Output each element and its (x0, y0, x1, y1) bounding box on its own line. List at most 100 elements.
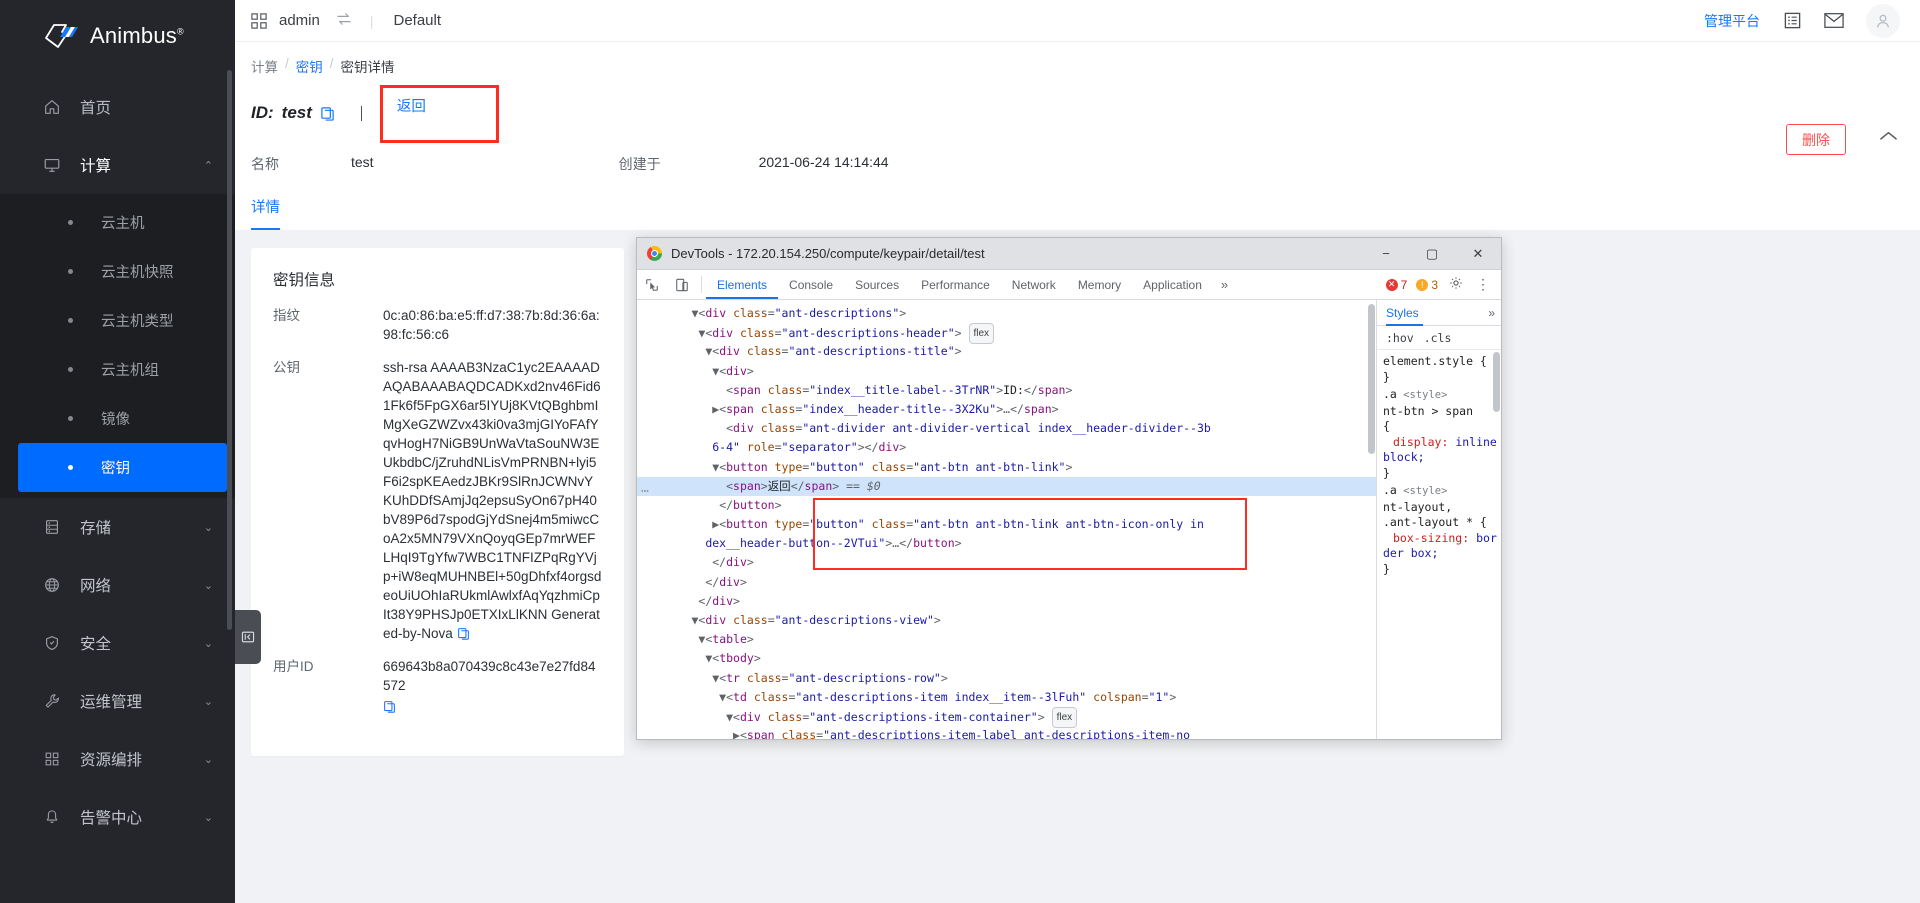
dom-node-line[interactable]: </button> (637, 496, 1376, 515)
hov-toggle[interactable]: :hov (1386, 331, 1414, 345)
dom-node-line[interactable]: ▼<table> (637, 630, 1376, 649)
close-button[interactable]: ✕ (1455, 238, 1501, 270)
more-vertical-icon[interactable]: ⋮ (1474, 276, 1492, 293)
breadcrumb-parent[interactable]: 密钥 (296, 56, 323, 76)
dom-node-line[interactable]: ▼<div class="ant-descriptions-title"> (637, 342, 1376, 361)
brand-logo-area[interactable]: Animbus® (0, 0, 235, 72)
dom-node-line[interactable]: ▶<span class="index__header-title--3X2Ku… (637, 400, 1376, 419)
dom-node-line[interactable]: </div> (637, 592, 1376, 611)
dom-node-line[interactable]: dex__header-button--2VTui">…</button> (637, 534, 1376, 553)
styles-more-icon[interactable]: » (1488, 306, 1501, 320)
list-icon[interactable] (1782, 11, 1802, 31)
dom-node-line[interactable]: ▼<div> (637, 362, 1376, 381)
devtools-tab-elements[interactable]: Elements (706, 270, 778, 299)
dom-node-line[interactable]: <span>返回</span> == $0 (637, 477, 1376, 496)
tab-detail[interactable]: 详情 (251, 196, 280, 230)
switch-icon[interactable] (332, 12, 356, 30)
sidebar-item-keypair[interactable]: 密钥 (18, 443, 227, 492)
collapse-arrow-icon[interactable]: ▶ (733, 728, 740, 739)
sidebar-group-orchestration[interactable]: 资源编排 ⌄ (0, 730, 235, 788)
dom-node-line[interactable]: ▼<tr class="ant-descriptions-row"> (637, 669, 1376, 688)
mail-icon[interactable] (1824, 11, 1844, 31)
project-selector-label[interactable]: Default (394, 12, 442, 29)
copy-icon[interactable] (383, 699, 602, 718)
styles-tab[interactable]: Styles (1386, 300, 1423, 326)
dom-node-line[interactable]: </div> (637, 573, 1376, 592)
style-source[interactable]: <style> (1397, 485, 1448, 497)
error-count-badge[interactable]: ✕ 7 (1386, 278, 1408, 292)
style-rule[interactable]: .a <style>nt-btn > span{display: inline … (1383, 387, 1501, 481)
dom-node-line[interactable]: ▶<button type="button" class="ant-btn an… (637, 515, 1376, 534)
style-declaration[interactable]: box-sizing: border box; (1383, 531, 1501, 562)
sidebar-group-network[interactable]: 网络 ⌄ (0, 556, 235, 614)
dom-node-line[interactable]: ▼<div class="ant-descriptions-header"> f… (637, 323, 1376, 342)
dom-node-line[interactable]: <div class="ant-divider ant-divider-vert… (637, 419, 1376, 438)
dom-node-line[interactable]: ▼<tbody> (637, 649, 1376, 668)
dom-token: "separator" (782, 440, 858, 454)
flex-badge[interactable]: flex (1052, 707, 1078, 728)
sidebar-item-host-type[interactable]: 云主机类型 (18, 296, 227, 345)
dom-node-line[interactable]: ▼<div class="ant-descriptions-view"> (637, 611, 1376, 630)
copy-icon[interactable] (320, 106, 335, 121)
back-button[interactable]: 返回 (397, 95, 426, 116)
dom-scrollbar[interactable] (1368, 304, 1375, 454)
sidebar-item-cloud-host[interactable]: 云主机 (18, 198, 227, 247)
warning-count-badge[interactable]: ! 3 (1416, 278, 1438, 292)
maximize-button[interactable]: ▢ (1409, 238, 1455, 270)
devtools-tab-performance[interactable]: Performance (910, 270, 1001, 299)
dom-node-line[interactable]: ▼<button type="button" class="ant-btn an… (637, 458, 1376, 477)
devtools-tab-application[interactable]: Application (1132, 270, 1213, 299)
breadcrumb-root[interactable]: 计算 (251, 56, 278, 76)
dom-tree-pane[interactable]: ▼<div class="ant-descriptions"> ▼<div cl… (637, 300, 1376, 739)
sidebar-group-ops[interactable]: 运维管理 ⌄ (0, 672, 235, 730)
dom-node-line[interactable]: ▼<div class="ant-descriptions"> (637, 304, 1376, 323)
detail-id-row: ID: test 返回 (251, 98, 1896, 128)
sidebar-group-security[interactable]: 安全 ⌄ (0, 614, 235, 672)
style-selector: element.style { (1383, 354, 1487, 368)
dom-node-line[interactable]: ▼<td class="ant-descriptions-item index_… (637, 688, 1376, 707)
more-tabs-icon[interactable]: » (1213, 270, 1236, 299)
sidebar-group-storage[interactable]: 存储 ⌄ (0, 498, 235, 556)
delete-button[interactable]: 删除 (1786, 124, 1846, 155)
device-toolbar-icon[interactable] (667, 270, 697, 299)
sidebar-item-image[interactable]: 镜像 (18, 394, 227, 443)
devtools-tab-network[interactable]: Network (1001, 270, 1067, 299)
topbar-right: 管理平台 (1704, 4, 1900, 38)
user-avatar-icon[interactable] (1866, 4, 1900, 38)
sidebar-group-compute[interactable]: 计算 ⌃ (0, 136, 235, 194)
styles-scrollbar[interactable] (1493, 352, 1500, 412)
dom-node-line[interactable]: <span class="index__title-label--3TrNR">… (637, 381, 1376, 400)
style-rule[interactable]: element.style {} (1383, 354, 1501, 385)
styles-rules[interactable]: element.style {}.a <style>nt-btn > span{… (1377, 350, 1501, 739)
dom-node-line[interactable]: ▼<div class="ant-descriptions-item-conta… (637, 707, 1376, 726)
devtools-tab-memory[interactable]: Memory (1067, 270, 1132, 299)
style-declaration[interactable]: display: inline block; (1383, 435, 1501, 466)
dom-token: </ (1010, 402, 1024, 416)
dom-node-line[interactable]: </div> (637, 553, 1376, 572)
inspect-cursor-icon[interactable] (637, 270, 667, 299)
dom-token: "index__header-title--3X2Ku" (802, 402, 996, 416)
style-source[interactable]: <style> (1397, 389, 1448, 401)
sidebar-item-home[interactable]: 首页 (0, 78, 235, 136)
devtools-tab-sources[interactable]: Sources (844, 270, 910, 299)
collapsed-nodes-icon[interactable]: … (641, 479, 650, 498)
devtools-titlebar[interactable]: DevTools - 172.20.154.250/compute/keypai… (637, 238, 1501, 270)
sidebar-item-host-snapshot[interactable]: 云主机快照 (18, 247, 227, 296)
flex-badge[interactable]: flex (969, 323, 995, 344)
sidebar-collapse-handle[interactable] (235, 610, 261, 664)
dom-node-line[interactable]: 6-4" role="separator"></div> (637, 438, 1376, 457)
minimize-button[interactable]: − (1363, 238, 1409, 270)
expand-arrow-icon[interactable]: ▼ (726, 710, 733, 724)
style-rule[interactable]: .a <style>nt-layout,.ant-layout * {box-s… (1383, 483, 1501, 577)
sidebar-item-host-group[interactable]: 云主机组 (18, 345, 227, 394)
sidebar-scrollbar[interactable] (227, 70, 232, 630)
cls-toggle[interactable]: .cls (1424, 331, 1452, 345)
settings-gear-icon[interactable] (1447, 276, 1465, 293)
devtools-tab-console[interactable]: Console (778, 270, 844, 299)
apps-grid-icon[interactable] (251, 13, 267, 29)
copy-icon[interactable] (457, 627, 470, 640)
dom-node-line[interactable]: ▶<span class="ant-descriptions-item-labe… (637, 726, 1376, 739)
sidebar-group-alarm[interactable]: 告警中心 ⌄ (0, 788, 235, 846)
chevron-up-icon[interactable] (1879, 127, 1898, 147)
admin-console-link[interactable]: 管理平台 (1704, 11, 1760, 31)
